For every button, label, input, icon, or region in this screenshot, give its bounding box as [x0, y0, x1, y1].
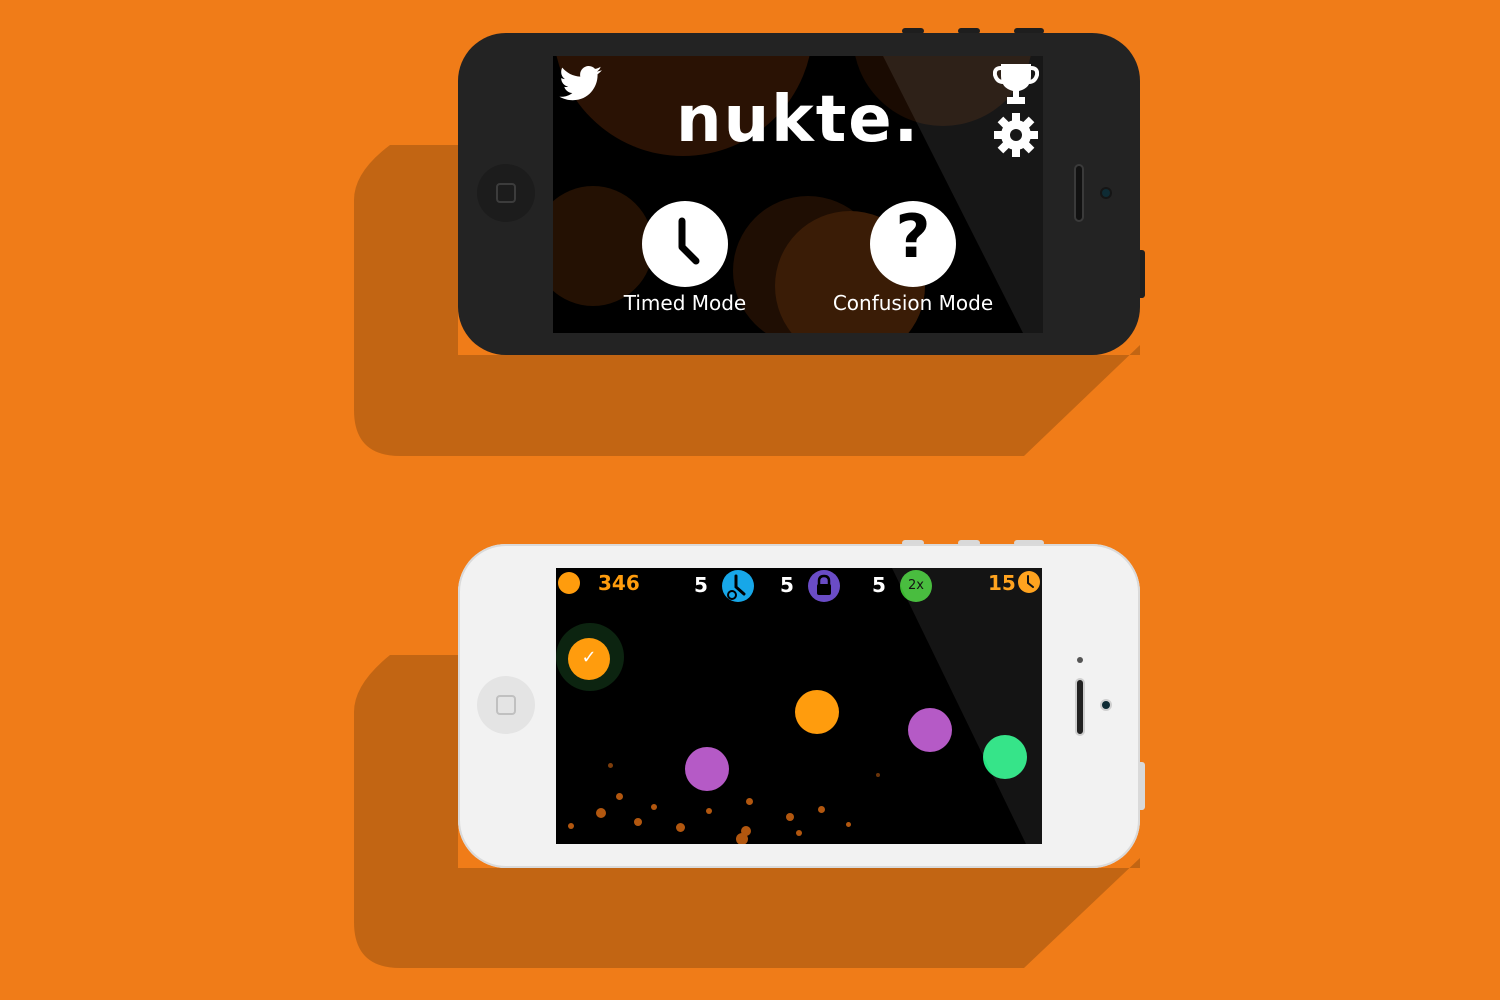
front-camera [1102, 701, 1110, 709]
lock-count: 5 [780, 573, 794, 597]
front-camera [1102, 189, 1110, 197]
confusion-mode-label: Confusion Mode [832, 291, 994, 315]
particle [786, 813, 794, 821]
particle [596, 808, 606, 818]
particle [651, 804, 657, 810]
particle [736, 833, 748, 844]
question-mark-icon: ? [870, 201, 956, 287]
clock-freeze-icon[interactable] [722, 570, 754, 602]
timer-clock-icon [1018, 571, 1040, 593]
freeze-count: 5 [694, 573, 708, 597]
timed-mode-label: Timed Mode [623, 291, 747, 315]
earpiece-speaker [1075, 678, 1085, 736]
timed-mode-button[interactable]: Timed Mode [615, 201, 755, 315]
particle [676, 823, 685, 832]
particle [634, 818, 642, 826]
particle [796, 830, 802, 836]
particle [746, 798, 753, 805]
orange-ball-selected[interactable]: ✓ [568, 638, 610, 680]
purple-ball[interactable] [908, 708, 952, 752]
game-screen: 346 5 5 5 2x 15 ✓ [556, 568, 1042, 844]
particle [616, 793, 623, 800]
particle [818, 806, 825, 813]
clock-icon [642, 201, 728, 287]
menu-screen: nukte. Timed Mode ? Confusion Mode [553, 56, 1043, 333]
multiplier-icon[interactable]: 2x [900, 570, 932, 602]
score-coin-icon [558, 572, 580, 594]
lock-icon[interactable] [808, 570, 840, 602]
score-value: 346 [598, 571, 640, 595]
timer-value: 15 [988, 571, 1016, 595]
particle [568, 823, 574, 829]
multiplier-badge: 2x [908, 578, 924, 593]
orange-ball[interactable] [795, 690, 839, 734]
multiplier-count: 5 [872, 573, 886, 597]
earpiece-speaker [1074, 164, 1084, 222]
purple-ball[interactable] [685, 747, 729, 791]
proximity-sensor [1077, 657, 1083, 663]
confusion-mode-button[interactable]: ? Confusion Mode [815, 201, 1011, 315]
particle [608, 763, 613, 768]
game-logo: nukte. [676, 83, 920, 157]
home-button[interactable] [477, 164, 535, 222]
green-ball[interactable] [983, 735, 1027, 779]
home-button[interactable] [477, 676, 535, 734]
particle [706, 808, 712, 814]
particle [846, 822, 851, 827]
particle [876, 773, 880, 777]
selected-check-icon: ✓ [581, 647, 597, 668]
